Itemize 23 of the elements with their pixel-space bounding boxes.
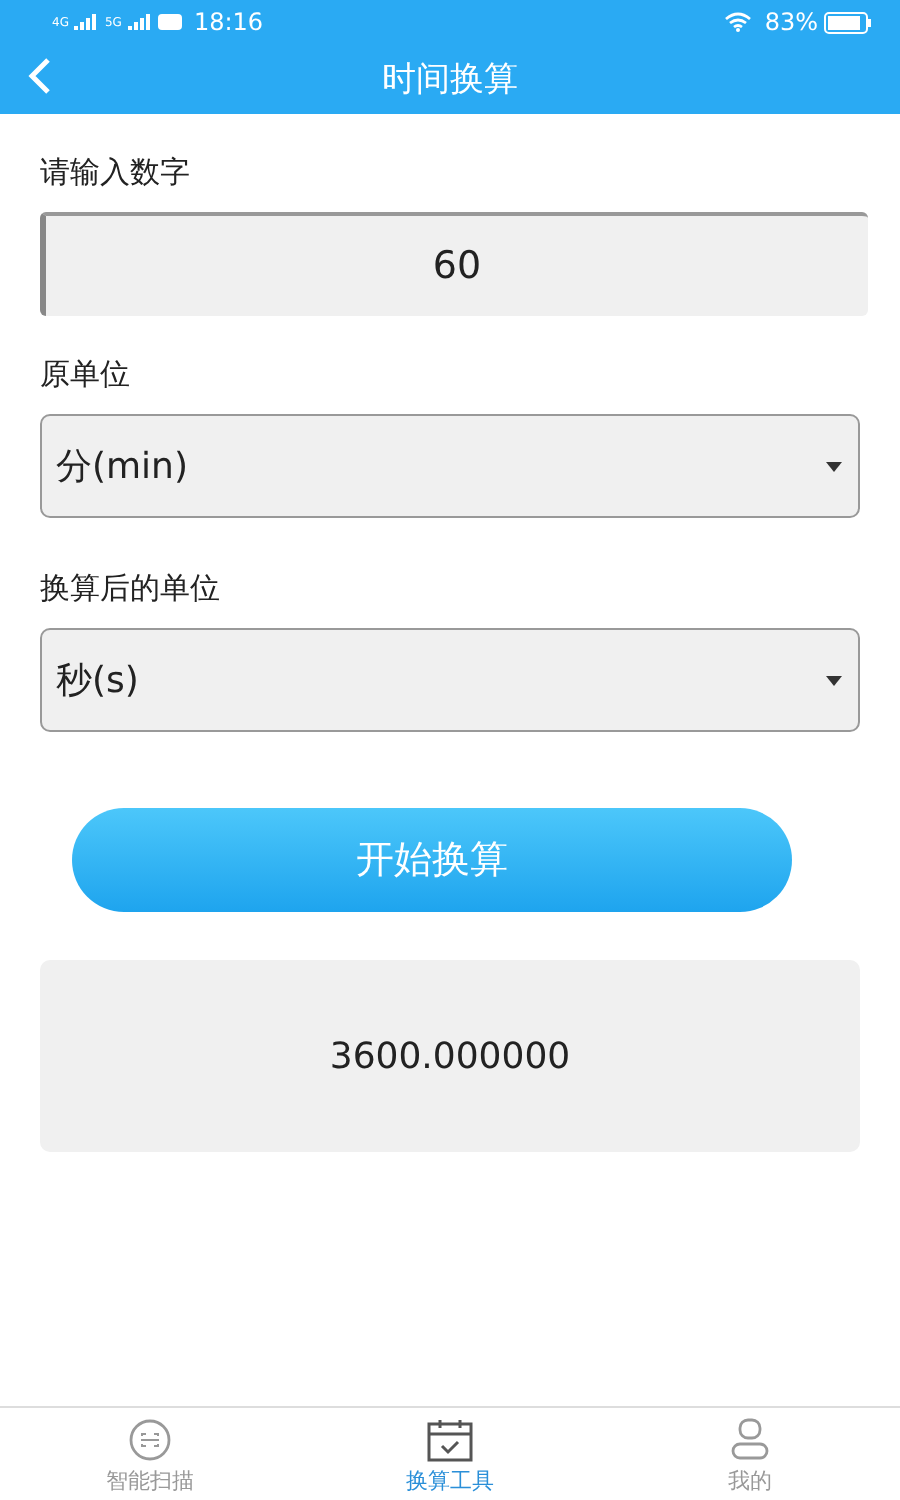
tab-item[interactable]: 我的 bbox=[600, 1408, 900, 1500]
page-title: 时间换算 bbox=[382, 58, 518, 102]
dropdown-arrow-icon bbox=[826, 461, 842, 471]
number-input-field[interactable]: 60 bbox=[40, 212, 868, 316]
signal-icon bbox=[74, 14, 99, 30]
convert-button[interactable]: 开始换算 bbox=[72, 808, 792, 912]
wifi-icon bbox=[724, 12, 753, 32]
unit-dropdown[interactable]: 秒(s) bbox=[40, 628, 860, 732]
field-label: 原单位 bbox=[40, 356, 130, 394]
tab-item[interactable]: 智能扫描 bbox=[0, 1408, 300, 1500]
field-label: 请输入数字 bbox=[40, 154, 190, 192]
signal-icon bbox=[127, 14, 152, 30]
battery-percent: 83% bbox=[764, 8, 818, 36]
back-icon[interactable] bbox=[28, 56, 52, 96]
dropdown-arrow-icon bbox=[826, 675, 842, 685]
unit-dropdown[interactable]: 分(min) bbox=[40, 414, 860, 518]
battery-icon bbox=[824, 11, 872, 33]
clock-time: 18:16 bbox=[193, 8, 264, 36]
calendar-check-icon bbox=[426, 1418, 474, 1462]
person-icon bbox=[730, 1418, 770, 1462]
result-value: 3600.000000 bbox=[329, 1035, 571, 1077]
field-label: 换算后的单位 bbox=[40, 570, 220, 608]
tab-item[interactable]: 换算工具 bbox=[300, 1408, 600, 1500]
